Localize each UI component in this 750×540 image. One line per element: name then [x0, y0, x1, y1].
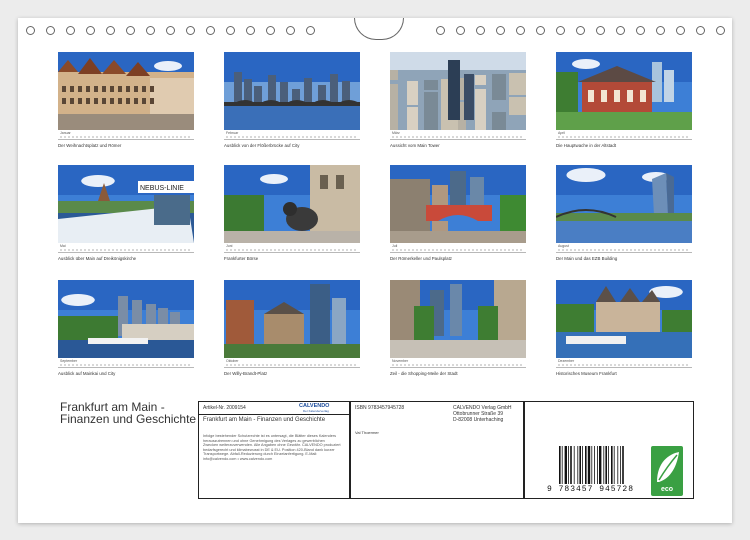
day-ticks	[392, 136, 524, 138]
isbn: ISBN 9783457945728	[355, 405, 405, 411]
month-photo	[224, 280, 360, 358]
day-ticks	[226, 136, 358, 138]
month-day-strip: November	[390, 359, 526, 368]
day-ticks	[392, 249, 524, 251]
eco-label: eco	[660, 486, 674, 493]
month-label: Oktober	[226, 359, 239, 363]
month-cell: Oktober Der Willy-Brandt-Platz	[224, 280, 360, 376]
legal-description: Infolge bestehender Schutzrechte ist es …	[203, 434, 341, 461]
photo-caption: Der Willy-Brandt-Platz	[224, 371, 268, 376]
calendar-back-page: Januar Der Weihnachtsplatz und Römer Febr…	[18, 18, 732, 523]
month-photo	[556, 52, 692, 130]
month-cell: März Aussicht vom Main Tower	[390, 52, 526, 148]
month-label: März	[392, 131, 400, 135]
month-day-strip: April	[556, 131, 692, 140]
photo-caption: Historisches Museum Frankfurt	[556, 371, 617, 376]
photo-caption: Der Weihnachtsplatz und Römer	[58, 143, 122, 148]
month-photo	[58, 52, 194, 130]
calvendo-logo-sub: Der Kalenderverlag	[303, 409, 329, 413]
month-day-strip: September	[58, 359, 194, 368]
month-photo	[58, 280, 194, 358]
day-ticks	[558, 249, 690, 251]
month-photo	[556, 165, 692, 243]
photo-caption: Der Main und das EZB Building	[556, 256, 618, 261]
author: Val Thoermer	[355, 430, 379, 435]
month-cell: September Ausblick auf Mainkai und City	[58, 280, 194, 376]
day-ticks	[60, 364, 192, 366]
month-day-strip: August	[556, 244, 692, 253]
month-cell: April Die Hauptwache in der Altstadt	[556, 52, 692, 148]
month-label: September	[60, 359, 78, 363]
day-ticks	[558, 364, 690, 366]
day-ticks	[60, 136, 192, 138]
day-ticks	[60, 249, 192, 251]
month-day-strip: Januar	[58, 131, 194, 140]
month-cell: Juni Frankfurter Börse	[224, 165, 360, 261]
boat-sign: NEBUS-LINIE	[140, 185, 184, 192]
month-cell: August Der Main und das EZB Building	[556, 165, 692, 261]
month-cell: NEBUS-LINIE Mai Ausblick über Main auf Dre…	[58, 165, 194, 261]
publisher-line: D-82008 Unterhaching	[453, 417, 504, 423]
month-label: August	[558, 244, 569, 248]
photo-caption: Die Hauptwache in der Altstadt	[556, 143, 617, 148]
month-label: November	[392, 359, 409, 363]
month-photo	[224, 52, 360, 130]
month-cell: Januar Der Weihnachtsplatz und Römer	[58, 52, 194, 148]
month-photo: NEBUS-LINIE	[58, 165, 194, 243]
month-photo	[390, 52, 526, 130]
photo-caption: Aussicht vom Main Tower	[390, 143, 440, 148]
photo-caption: Zeil - die Shopping-Meile der Stadt	[390, 371, 458, 376]
month-label: Januar	[60, 131, 71, 135]
photo-caption: Ausblick auf Mainkai und City	[58, 371, 116, 376]
month-label: April	[558, 131, 566, 135]
month-photo	[390, 165, 526, 243]
month-label: Juni	[226, 244, 233, 248]
day-ticks	[392, 364, 524, 366]
day-ticks	[226, 249, 358, 251]
month-day-strip: Mai	[58, 244, 194, 253]
product-title: Frankfurt am Main - Finanzen und Geschic…	[203, 417, 326, 423]
publisher-info-box: Artikel-Nr. 2009154 CALVENDO Der Kalende…	[198, 401, 694, 499]
month-label: Februar	[226, 131, 239, 135]
month-day-strip: Oktober	[224, 359, 360, 368]
month-cell: Februar Ausblick von der Flößerbrücke auf…	[224, 52, 360, 148]
month-cell: Juli Der Römerkeller und Paulsplatz	[390, 165, 526, 261]
photo-caption: Ausblick über Main auf Dreikönigskirche	[58, 256, 137, 261]
month-photo	[390, 280, 526, 358]
month-cell: Dezember Historisches Museum Frankfurt	[556, 280, 692, 376]
barcode	[559, 446, 624, 484]
calendar-title: Frankfurt am Main - Finanzen und Geschic…	[60, 400, 197, 426]
publisher-address: CALVENDO Verlag GmbH Ottobrunner Straße …	[453, 405, 512, 423]
month-day-strip: März	[390, 131, 526, 140]
day-ticks	[226, 364, 358, 366]
month-day-strip: Juli	[390, 244, 526, 253]
month-day-strip: Februar	[224, 131, 360, 140]
month-photo	[556, 280, 692, 358]
barcode-digits: 9 783457 945728	[547, 485, 635, 494]
month-label: Juli	[392, 244, 398, 248]
month-day-strip: Dezember	[556, 359, 692, 368]
month-photo	[224, 165, 360, 243]
photo-caption: Der Römerkeller und Paulsplatz	[390, 256, 452, 261]
month-label: Mai	[60, 244, 66, 248]
photo-caption: Frankfurter Börse	[224, 256, 259, 261]
month-day-strip: Juni	[224, 244, 360, 253]
month-cell: November Zeil - die Shopping-Meile der St…	[390, 280, 526, 376]
month-grid: Januar Der Weihnachtsplatz und Römer Febr…	[18, 18, 732, 398]
month-label: Dezember	[558, 359, 575, 363]
leaf-icon	[657, 452, 679, 482]
day-ticks	[558, 136, 690, 138]
photo-caption: Ausblick von der Flößerbrücke auf City	[224, 143, 300, 148]
article-number: Artikel-Nr. 2009154	[203, 405, 246, 411]
eco-badge: eco	[651, 446, 683, 496]
